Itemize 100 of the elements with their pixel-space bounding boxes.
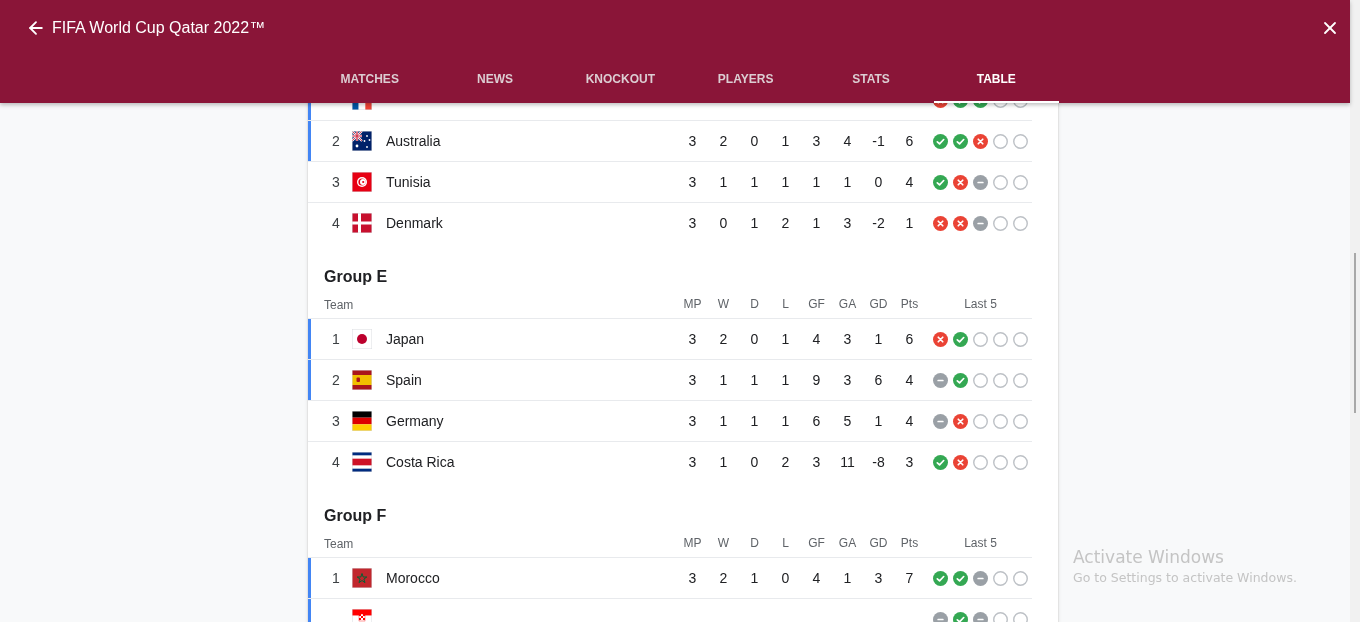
stat-cell-text: 1	[781, 370, 790, 390]
stat-cell-text: 7	[905, 568, 914, 588]
stat-cell-text: 11	[840, 452, 855, 472]
column-header: GD	[869, 295, 888, 313]
column-header: L	[782, 534, 789, 552]
stat-cell-text: 3	[905, 452, 914, 472]
stat-cell-text: 3	[688, 568, 697, 588]
flag-icon	[352, 131, 372, 151]
stat-cell-text: 1	[750, 568, 759, 588]
stat-cell-text: 3	[812, 131, 821, 151]
stat-cell-text: 1	[750, 411, 759, 431]
stat-cell-text: 3	[843, 370, 852, 390]
team-name: Denmark	[386, 215, 443, 231]
stat-cell-text: 3	[688, 329, 697, 349]
stat-cell-text: -2	[872, 213, 885, 233]
position-number: 2	[332, 370, 340, 390]
column-header: W	[717, 295, 730, 313]
position-number: 2	[332, 131, 340, 151]
stat-cell-text: 1	[719, 452, 728, 472]
stat-cell-text: 2	[719, 568, 728, 588]
tab[interactable]: KNOCKOUT	[557, 56, 683, 103]
position-number: 4	[332, 213, 340, 233]
column-header: GF	[808, 295, 825, 313]
stat-cell-text: 0	[874, 172, 883, 192]
position-number: 3	[332, 411, 340, 431]
flag-icon	[352, 172, 372, 192]
scrollbar-thumb[interactable]	[1354, 253, 1356, 413]
stat-cell-text: -1	[872, 131, 885, 151]
column-header: D	[750, 534, 759, 552]
stat-cell-text: 6	[905, 329, 914, 349]
team-name: Spain	[386, 372, 422, 388]
stat-cell-text: 0	[719, 213, 728, 233]
stat-cell-text: 1	[750, 370, 759, 390]
stat-cell-text: 3	[688, 131, 697, 151]
back-arrow-button[interactable]	[26, 18, 46, 38]
stat-cell-text: 4	[812, 329, 821, 349]
stat-cell-text: 1	[781, 172, 790, 192]
position-number: 4	[332, 452, 340, 472]
stat-cell-text: 0	[781, 568, 790, 588]
stat-cell-text: 1	[719, 411, 728, 431]
stat-cell-text: 2	[719, 329, 728, 349]
stat-cell-text: 1	[874, 411, 883, 431]
stat-cell-text: 3	[843, 213, 852, 233]
column-header: GD	[869, 534, 888, 552]
position-number: 1	[332, 568, 340, 588]
flag-icon	[352, 329, 372, 349]
stat-cell-text: 1	[812, 213, 821, 233]
stat-cell-text: 4	[843, 131, 852, 151]
tab[interactable]: PLAYERS	[683, 56, 809, 103]
column-header: GA	[838, 534, 857, 552]
stat-cell-text: 1	[905, 213, 914, 233]
column-header: GF	[808, 534, 825, 552]
stat-cell-text: 4	[905, 172, 914, 192]
stat-cell-text: 2	[719, 131, 728, 151]
stat-cell-text: 1	[781, 131, 790, 151]
team-name: Morocco	[386, 570, 440, 586]
stat-cell-text: 1	[781, 411, 790, 431]
stat-cell-text: 3	[688, 370, 697, 390]
stat-cell-text: 2	[781, 452, 790, 472]
stat-cell-text: 1	[812, 172, 821, 192]
group-title: Group E	[324, 267, 388, 287]
stat-cell-text: 5	[843, 411, 852, 431]
stat-cell-text: 1	[719, 370, 728, 390]
stat-cell-text: 6	[905, 131, 914, 151]
stat-cell-text: 3	[688, 172, 697, 192]
stat-cell-text: 1	[843, 568, 852, 588]
stat-cell-text: 3	[843, 329, 852, 349]
stat-cell-text: 1	[750, 213, 759, 233]
stat-cell-text: 3	[874, 568, 883, 588]
column-header: Pts	[900, 295, 919, 313]
stat-cell-text: 0	[750, 452, 759, 472]
column-header: MP	[683, 534, 702, 552]
stat-cell-text: 1	[781, 329, 790, 349]
position-number: 3	[332, 172, 340, 192]
team-name: Japan	[386, 331, 425, 347]
stat-cell-text: 1	[750, 172, 759, 192]
stat-cell-text: 4	[812, 568, 821, 588]
column-header: Last 5	[964, 295, 997, 313]
group-title: Group F	[324, 506, 387, 526]
team-name: Tunisia	[386, 174, 431, 190]
stat-cell-text: 3	[688, 411, 697, 431]
flag-icon	[352, 568, 372, 588]
stat-cell-text: 3	[688, 452, 697, 472]
column-header: D	[750, 295, 759, 313]
stat-cell-text: 4	[905, 370, 914, 390]
tab[interactable]: MATCHES	[307, 56, 433, 103]
team-name: Costa Rica	[386, 454, 455, 470]
column-header: Team	[324, 536, 354, 551]
column-header: Last 5	[964, 534, 997, 552]
position-number: 1	[332, 329, 340, 349]
team-name: Australia	[386, 133, 441, 149]
tab[interactable]: STATS	[808, 56, 934, 103]
column-header: Pts	[900, 534, 919, 552]
tab[interactable]: NEWS	[432, 56, 558, 103]
stat-cell-text: 6	[874, 370, 883, 390]
column-header: L	[782, 295, 789, 313]
stat-cell-text: 1	[843, 172, 852, 192]
flag-icon	[352, 370, 372, 390]
flag-icon	[352, 411, 372, 431]
stat-cell-text: 4	[905, 411, 914, 431]
